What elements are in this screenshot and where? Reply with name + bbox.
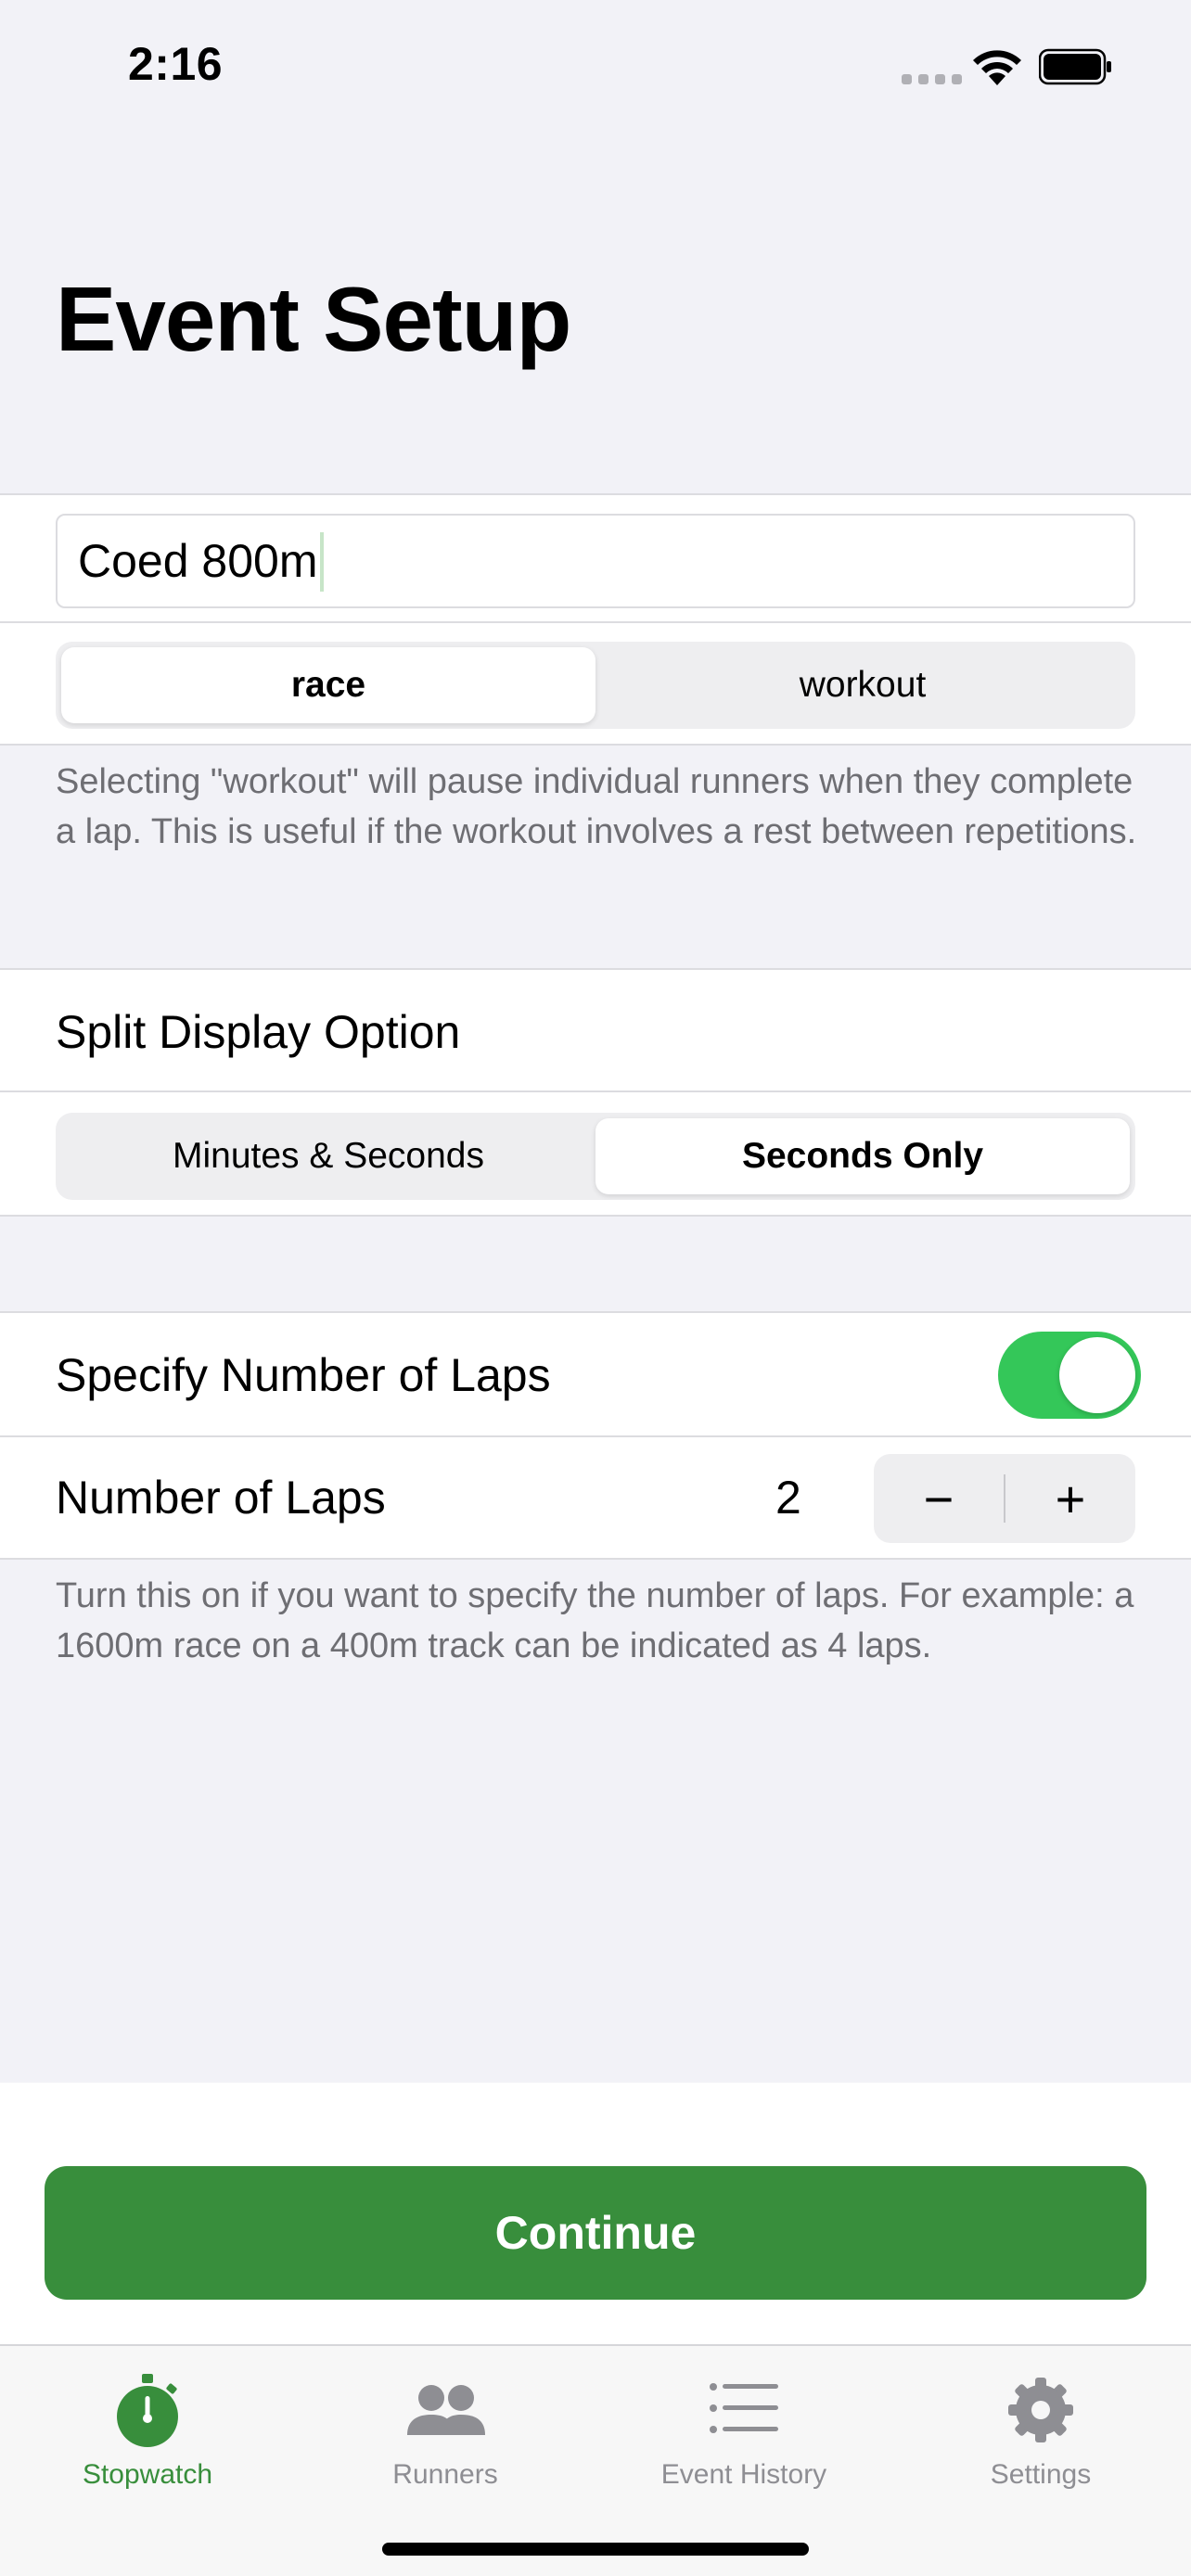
tab-settings[interactable]: Settings (939, 2368, 1143, 2491)
laps-stepper[interactable]: − + (874, 1454, 1135, 1543)
specify-laps-toggle[interactable] (998, 1332, 1141, 1419)
tab-stopwatch[interactable]: Stopwatch (45, 2368, 250, 2491)
wifi-icon (973, 50, 1021, 85)
tab-bar: Stopwatch Runners Event History Settings (0, 2344, 1191, 2576)
number-of-laps-value: 2 (775, 1472, 801, 1524)
status-time: 2:16 (128, 38, 224, 90)
status-bar: 2:16 (0, 0, 1191, 130)
tab-event-history[interactable]: Event History (642, 2368, 846, 2491)
tab-label-settings: Settings (990, 2459, 1092, 2490)
battery-icon (1039, 48, 1111, 85)
split-display-label: Split Display Option (56, 1006, 461, 1058)
home-indicator (382, 2543, 809, 2556)
divider (0, 621, 1191, 623)
page-title: Event Setup (56, 268, 571, 370)
toggle-knob (1059, 1337, 1135, 1413)
laps-footnote: Turn this on if you want to specify the … (56, 1576, 1134, 1665)
divider (0, 1090, 1191, 1092)
tab-label-runners: Runners (392, 2459, 498, 2490)
event-type-footnote: Selecting "workout" will pause individua… (56, 762, 1137, 851)
laps-group: Specify Number of Laps Number of Laps 2 … (0, 1311, 1191, 1560)
continue-button[interactable]: Continue (45, 2166, 1146, 2300)
text-cursor (319, 531, 324, 592)
segment-race[interactable]: race (61, 647, 596, 723)
stopwatch-icon (117, 2374, 178, 2447)
split-display-segmented-control[interactable]: Minutes & Seconds Seconds Only (56, 1113, 1135, 1200)
split-display-group: Split Display Option Minutes & Seconds S… (0, 968, 1191, 1217)
segment-workout[interactable]: workout (596, 647, 1130, 723)
gear-icon (1008, 2378, 1073, 2442)
segment-minutes-seconds[interactable]: Minutes & Seconds (61, 1118, 596, 1194)
event-name-value: Coed 800m (78, 535, 318, 587)
event-setup-screen: 2:16 Event Setup Coed 800m race workout … (0, 0, 1191, 2576)
list-icon (710, 2383, 778, 2433)
increment-button[interactable]: + (1005, 1454, 1135, 1543)
tab-label-event-history: Event History (660, 2459, 827, 2490)
specify-laps-label: Specify Number of Laps (56, 1349, 551, 1401)
event-type-segmented-control[interactable]: race workout (56, 642, 1135, 729)
segment-seconds-only[interactable]: Seconds Only (596, 1118, 1130, 1194)
people-icon (407, 2385, 485, 2435)
continue-area: Continue (0, 2083, 1191, 2344)
tab-runners[interactable]: Runners (343, 2368, 547, 2491)
event-name-field[interactable]: Coed 800m (56, 514, 1135, 608)
tab-label-stopwatch: Stopwatch (82, 2459, 213, 2490)
divider (0, 1435, 1191, 1437)
decrement-button[interactable]: − (874, 1454, 1004, 1543)
cellular-signal-icon (902, 74, 962, 84)
event-details-group: Coed 800m race workout (0, 493, 1191, 746)
number-of-laps-label: Number of Laps (56, 1472, 386, 1524)
